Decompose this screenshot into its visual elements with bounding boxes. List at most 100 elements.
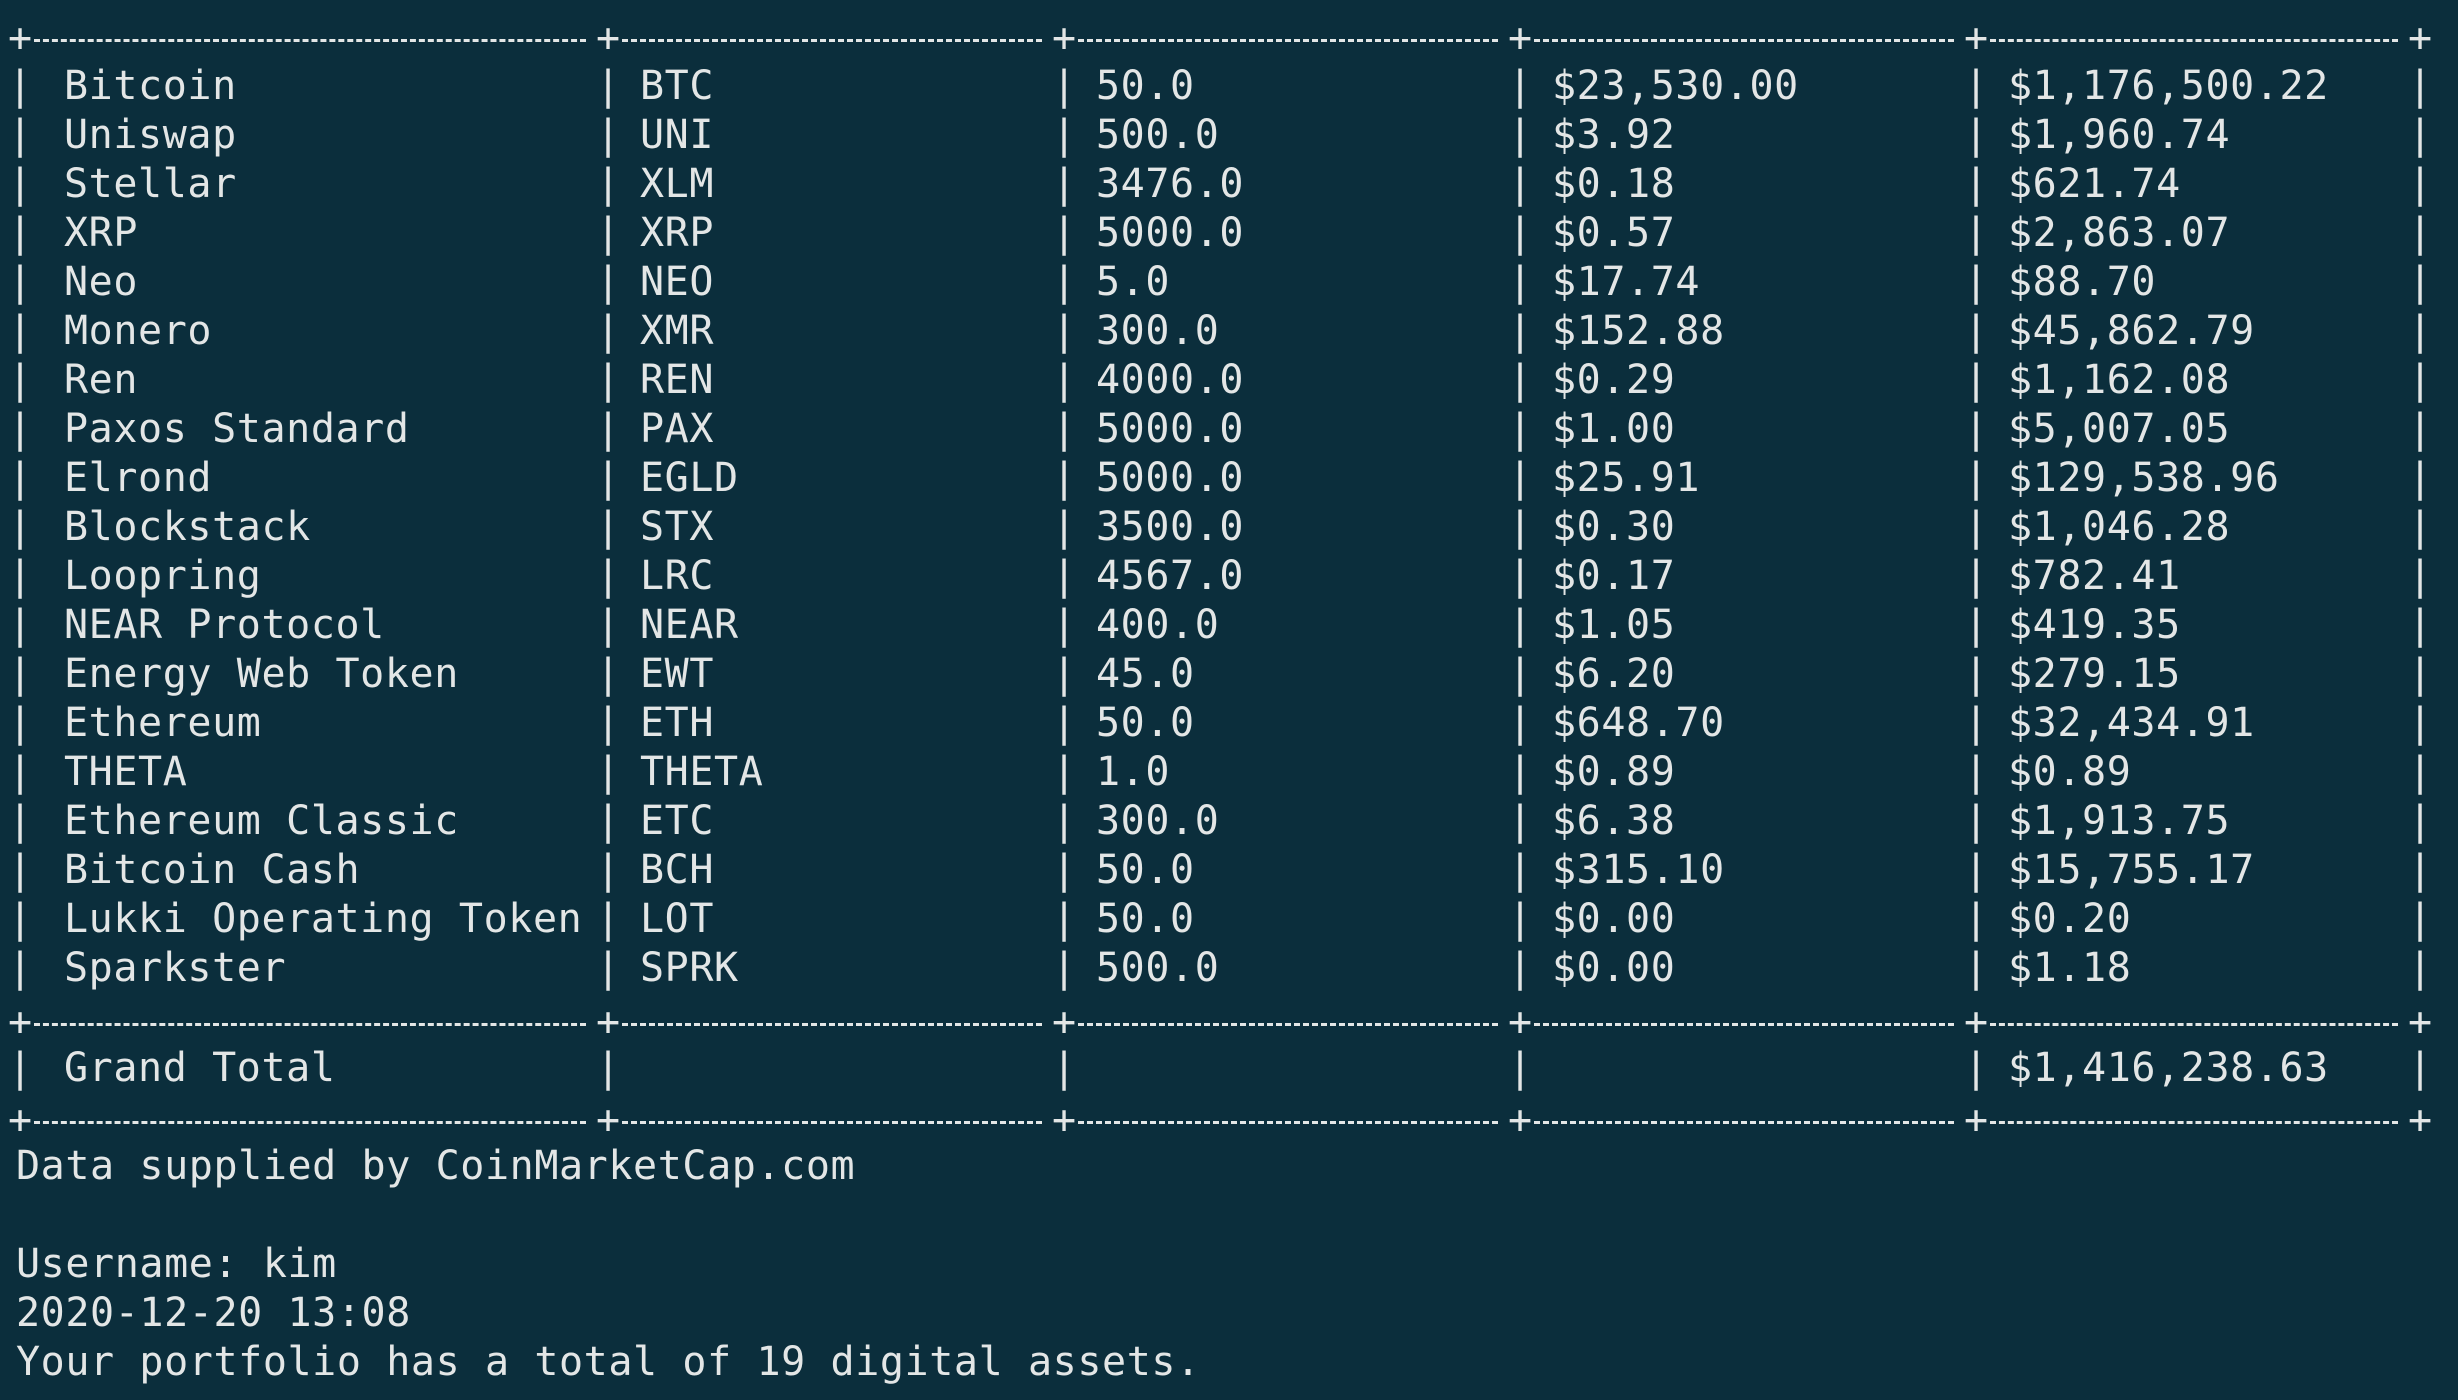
column-separator: | [2408,1045,2433,1091]
asset-symbol: ETH [640,700,715,746]
asset-name: Lukki Operating Token [64,896,583,942]
asset-symbol: LOT [640,896,715,942]
column-separator: | [1052,847,1077,893]
asset-name: Sparkster [64,945,287,991]
column-separator: | [596,259,621,305]
column-separator: | [596,357,621,403]
table-row: | | | | | | Monero XMR 300.0 $152.88 $45,862.79 [8,307,2436,356]
column-separator: | [1964,553,1989,599]
grand-total-value: $1,416,238.63 [2008,1045,2329,1091]
asset-value: $1,913.75 [2008,798,2231,844]
table-row: | | | | | | Paxos Standard PAX 5000.0 $1.00 $5,007… [8,405,2436,454]
column-separator: | [1508,651,1533,697]
asset-price: $0.89 [1552,749,1676,795]
asset-name: Paxos Standard [64,406,410,452]
asset-symbol: EWT [640,651,715,697]
column-separator: | [2408,210,2433,256]
column-separator: | [1508,357,1533,403]
column-separator: | [1508,798,1533,844]
asset-value: $5,007.05 [2008,406,2231,452]
terminal-window[interactable]: + + + + + + | | | | | | Bitcoin BTC 50.0 $23,530.00 $1,1… [0,0,2458,1400]
asset-value: $782.41 [2008,553,2181,599]
table-row: | | | | | | Energy Web Token EWT 45.0 $6.20 $279.1… [8,650,2436,699]
column-separator: | [8,504,33,550]
column-separator: | [1508,553,1533,599]
asset-symbol: EGLD [640,455,739,501]
asset-price: $6.38 [1552,798,1676,844]
column-separator: | [2408,700,2433,746]
border-dash [622,39,1042,42]
asset-name: Neo [64,259,139,305]
asset-quantity: 500.0 [1096,945,1220,991]
column-separator: | [8,63,33,109]
border-corner: + [1964,999,1989,1045]
asset-symbol: REN [640,357,715,403]
column-separator: | [1508,847,1533,893]
column-separator: | [8,749,33,795]
table-row: | | | | | | Uniswap UNI 500.0 $3.92 $1,960.74 [8,111,2436,160]
column-separator: | [596,847,621,893]
asset-name: Blockstack [64,504,311,550]
column-separator: | [596,504,621,550]
column-separator: | [2408,63,2433,109]
column-separator: | [1508,602,1533,648]
column-separator: | [1052,651,1077,697]
asset-price: $0.00 [1552,896,1676,942]
border-dash [1534,1023,1954,1026]
border-dash [1534,1121,1954,1124]
column-separator: | [596,112,621,158]
border-corner: + [8,1097,33,1143]
asset-quantity: 50.0 [1096,847,1195,893]
column-separator: | [1508,308,1533,354]
column-separator: | [8,602,33,648]
asset-price: $0.30 [1552,504,1676,550]
column-separator: | [1052,308,1077,354]
column-separator: | [596,161,621,207]
grand-total-label: Grand Total [64,1045,336,1091]
column-separator: | [1964,63,1989,109]
border-dash [1078,39,1498,42]
asset-quantity: 500.0 [1096,112,1220,158]
asset-symbol: UNI [640,112,715,158]
table-row: | | | | | | Loopring LRC 4567.0 $0.17 $782.41 [8,552,2436,601]
column-separator: | [2408,749,2433,795]
column-separator: | [1052,945,1077,991]
border-corner: + [596,15,621,61]
asset-price: $648.70 [1552,700,1725,746]
asset-symbol: NEO [640,259,715,305]
asset-price: $6.20 [1552,651,1676,697]
column-separator: | [1964,308,1989,354]
asset-price: $25.91 [1552,455,1701,501]
asset-value: $1.18 [2008,945,2132,991]
column-separator: | [1052,357,1077,403]
border-corner: + [1052,999,1077,1045]
column-separator: | [596,406,621,452]
asset-name: Energy Web Token [64,651,459,697]
column-separator: | [2408,112,2433,158]
column-separator: | [1508,63,1533,109]
asset-symbol: ETC [640,798,715,844]
column-separator: | [8,847,33,893]
table-row: | | | | | | THETA THETA 1.0 $0.89 $0.89 [8,748,2436,797]
column-separator: | [1052,896,1077,942]
border-corner: + [1508,1097,1533,1143]
column-separator: | [596,896,621,942]
asset-name: Stellar [64,161,237,207]
column-separator: | [8,798,33,844]
column-separator: | [596,945,621,991]
timestamp-line: 2020-12-20 13:08 [16,1290,411,1336]
asset-value: $419.35 [2008,602,2181,648]
column-separator: | [1964,161,1989,207]
border-corner: + [8,999,33,1045]
border-dash [34,1023,586,1026]
column-separator: | [1964,259,1989,305]
column-separator: | [1508,406,1533,452]
border-corner: + [2408,15,2433,61]
asset-value: $15,755.17 [2008,847,2255,893]
asset-symbol: STX [640,504,715,550]
asset-value: $621.74 [2008,161,2181,207]
column-separator: | [596,602,621,648]
column-separator: | [8,455,33,501]
column-separator: | [1052,210,1077,256]
asset-value: $1,176,500.22 [2008,63,2329,109]
